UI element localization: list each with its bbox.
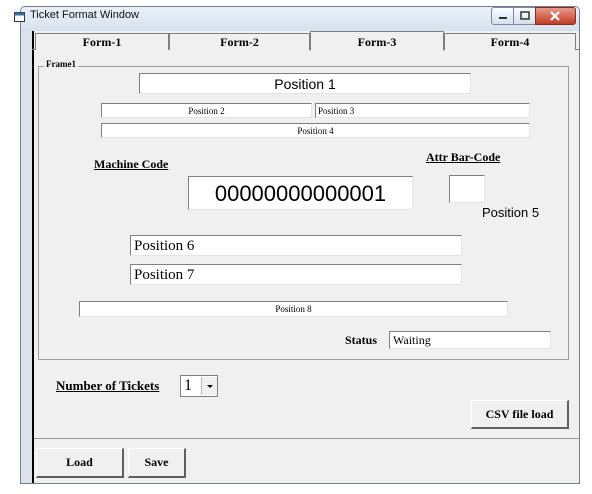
attr-barcode-label: Attr Bar-Code bbox=[426, 150, 501, 164]
tab-form-1[interactable]: Form-1 bbox=[35, 33, 169, 50]
position-3-field[interactable]: Position 3 bbox=[315, 103, 530, 118]
dropdown-button[interactable] bbox=[201, 377, 217, 395]
maximize-button[interactable] bbox=[513, 7, 536, 25]
load-button[interactable]: Load bbox=[36, 448, 124, 478]
number-of-tickets-label: Number of Tickets bbox=[56, 378, 160, 393]
minimize-button[interactable] bbox=[491, 7, 514, 25]
machine-code-label: Machine Code bbox=[94, 157, 169, 171]
bottom-separator bbox=[34, 438, 579, 439]
close-button[interactable] bbox=[535, 7, 576, 25]
position-1-field[interactable]: Position 1 bbox=[139, 73, 471, 94]
chevron-down-icon bbox=[207, 385, 213, 388]
position-6-field[interactable]: Position 6 bbox=[130, 235, 462, 256]
window-title: Ticket Format Window bbox=[30, 9, 140, 21]
maximize-icon bbox=[520, 11, 530, 20]
status-field: Waiting bbox=[389, 331, 551, 349]
position-5-label: Position 5 bbox=[482, 205, 540, 220]
minimize-icon bbox=[499, 17, 507, 19]
save-button[interactable]: Save bbox=[128, 448, 186, 478]
number-of-tickets-select[interactable]: 1 bbox=[180, 375, 218, 397]
position-2-field[interactable]: Position 2 bbox=[101, 103, 312, 118]
tab-form-3[interactable]: Form-3 bbox=[310, 31, 444, 51]
machine-code-field[interactable]: 00000000000001 bbox=[188, 176, 413, 210]
csv-file-load-button[interactable]: CSV file load bbox=[471, 400, 569, 429]
tab-form-4[interactable]: Form-4 bbox=[444, 33, 576, 50]
ticket-app-icon bbox=[14, 12, 25, 22]
barcode-field[interactable] bbox=[449, 175, 485, 203]
close-icon bbox=[550, 11, 560, 21]
position-4-field[interactable]: Position 4 bbox=[101, 123, 530, 138]
number-of-tickets-value: 1 bbox=[184, 377, 192, 394]
status-label: Status bbox=[345, 333, 378, 347]
frame1-label: Frame1 bbox=[44, 59, 78, 69]
position-7-field[interactable]: Position 7 bbox=[130, 264, 462, 285]
position-8-field[interactable]: Position 8 bbox=[79, 301, 508, 317]
tab-form-2[interactable]: Form-2 bbox=[169, 33, 310, 50]
